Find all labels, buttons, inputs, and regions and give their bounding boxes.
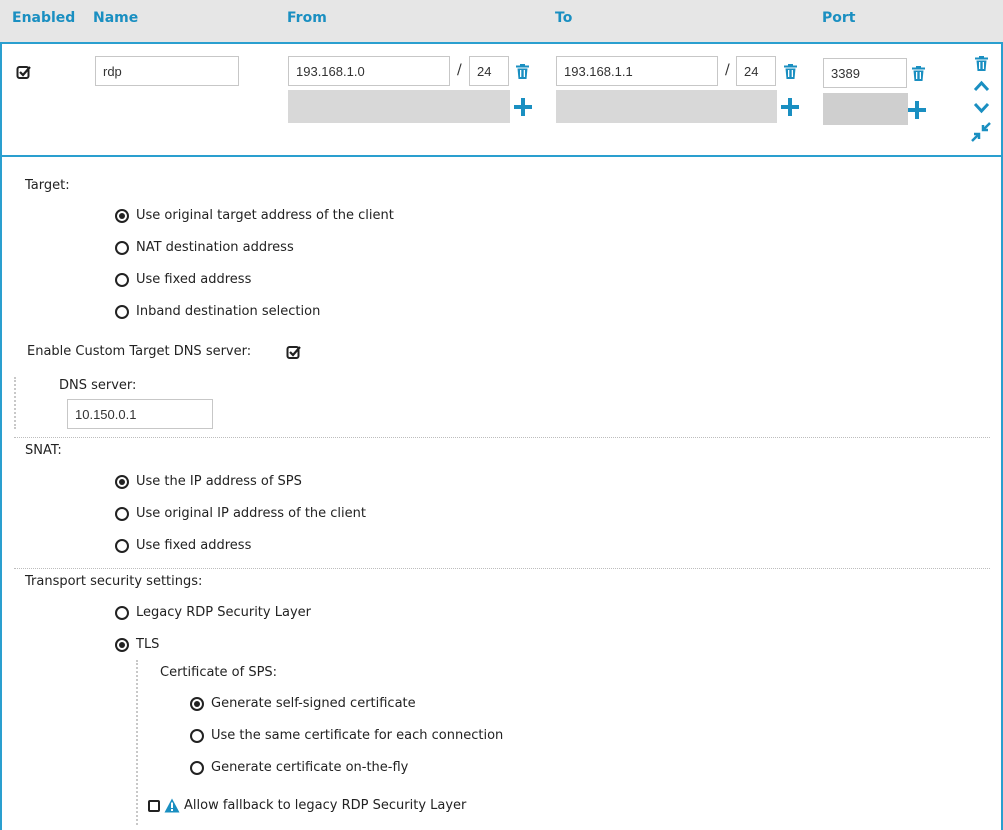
cert-option-same[interactable]: Use the same certificate for each connec… — [190, 728, 503, 743]
tls-indent-guide — [136, 660, 138, 825]
transport-option-legacy[interactable]: Legacy RDP Security Layer — [115, 605, 311, 620]
target-label: Target: — [25, 178, 70, 193]
radio-button[interactable] — [190, 696, 204, 711]
column-header-to: To — [555, 10, 573, 26]
target-option-nat[interactable]: NAT destination address — [115, 240, 294, 255]
trash-icon[interactable] — [516, 64, 529, 79]
radio-button[interactable] — [190, 728, 204, 743]
radio-button[interactable] — [115, 605, 129, 620]
target-option-inband[interactable]: Inband destination selection — [115, 304, 320, 319]
column-header-port: Port — [822, 10, 856, 26]
target-option-fixed[interactable]: Use fixed address — [115, 272, 251, 287]
divider — [14, 437, 990, 438]
collapse-arrows-icon[interactable] — [971, 122, 991, 142]
radio-button[interactable] — [115, 637, 129, 652]
to-mask-input[interactable] — [736, 56, 776, 86]
dns-indent-guide — [14, 377, 16, 429]
dns-server-input[interactable] — [67, 399, 213, 429]
radio-button[interactable] — [115, 538, 129, 553]
connection-row: / / — [0, 42, 1003, 157]
name-input[interactable] — [95, 56, 239, 86]
snat-option-sps-ip[interactable]: Use the IP address of SPS — [115, 474, 302, 489]
radio-button[interactable] — [115, 208, 129, 223]
from-ip-input[interactable] — [288, 56, 450, 86]
radio-button[interactable] — [115, 240, 129, 255]
cert-option-self-signed[interactable]: Generate self-signed certificate — [190, 696, 416, 711]
warning-icon — [164, 798, 180, 813]
delete-row-trash-icon[interactable] — [975, 56, 988, 71]
radio-button[interactable] — [115, 272, 129, 287]
to-slash: / — [725, 62, 730, 78]
fallback-option[interactable]: Allow fallback to legacy RDP Security La… — [148, 798, 466, 813]
table-header: Enabled Name From To Port — [0, 0, 1003, 42]
fallback-checkbox[interactable] — [148, 799, 160, 812]
move-up-chevron-icon[interactable] — [973, 80, 990, 92]
radio-button[interactable] — [115, 304, 129, 319]
column-header-enabled: Enabled — [12, 10, 76, 26]
transport-label: Transport security settings: — [25, 574, 203, 589]
enabled-checkbox[interactable] — [16, 64, 32, 80]
add-from-plus-icon[interactable] — [513, 97, 533, 117]
snat-label: SNAT: — [25, 443, 62, 458]
radio-button[interactable] — [190, 760, 204, 775]
divider — [14, 568, 990, 569]
port-input[interactable] — [823, 58, 907, 88]
from-slash: / — [457, 62, 462, 78]
trash-icon[interactable] — [912, 66, 925, 81]
from-empty-slot — [288, 90, 510, 123]
trash-icon[interactable] — [784, 64, 797, 79]
port-empty-slot — [823, 93, 908, 125]
enable-dns-checkbox[interactable] — [286, 344, 302, 360]
certificate-label: Certificate of SPS: — [160, 665, 278, 680]
snat-option-client-ip[interactable]: Use original IP address of the client — [115, 506, 366, 521]
add-to-plus-icon[interactable] — [780, 97, 800, 117]
dns-server-label: DNS server: — [59, 378, 137, 393]
cert-option-on-the-fly[interactable]: Generate certificate on-the-fly — [190, 760, 408, 775]
enable-dns-label: Enable Custom Target DNS server: — [27, 344, 252, 359]
radio-button[interactable] — [115, 506, 129, 521]
from-mask-input[interactable] — [469, 56, 509, 86]
to-empty-slot — [556, 90, 777, 123]
transport-option-tls[interactable]: TLS — [115, 637, 159, 652]
target-option-original[interactable]: Use original target address of the clien… — [115, 208, 394, 223]
column-header-name: Name — [93, 10, 139, 26]
add-port-plus-icon[interactable] — [907, 100, 927, 120]
move-down-chevron-icon[interactable] — [973, 102, 990, 114]
snat-option-fixed[interactable]: Use fixed address — [115, 538, 251, 553]
radio-button[interactable] — [115, 474, 129, 489]
to-ip-input[interactable] — [556, 56, 718, 86]
column-header-from: From — [287, 10, 327, 26]
